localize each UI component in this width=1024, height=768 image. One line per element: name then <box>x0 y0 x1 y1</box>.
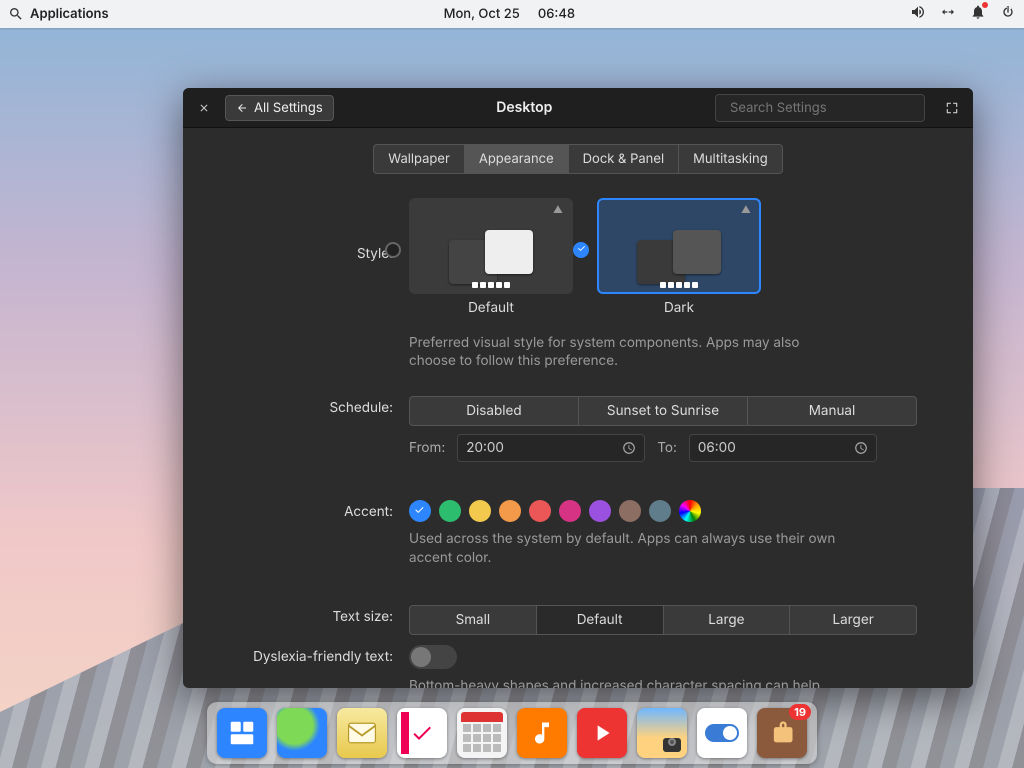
dock-videos[interactable] <box>577 708 627 758</box>
close-icon <box>198 102 210 114</box>
schedule-label: Schedule: <box>239 396 409 416</box>
accent-swatches <box>409 500 917 522</box>
textsize-larger[interactable]: Larger <box>790 605 917 635</box>
style-default-label: Default <box>409 300 573 316</box>
radio-dark[interactable] <box>573 242 589 258</box>
window-title: Desktop <box>496 99 552 116</box>
back-label: All Settings <box>254 100 323 116</box>
dock-mail[interactable] <box>337 708 387 758</box>
dyslexia-toggle[interactable] <box>409 645 457 669</box>
accent-swatch[interactable] <box>439 500 461 522</box>
maximize-button[interactable] <box>939 95 965 121</box>
panel-date: Mon, Oct 25 <box>444 6 520 22</box>
content: Wallpaper Appearance Dock & Panel Multit… <box>183 128 973 688</box>
dock-tasks[interactable] <box>397 708 447 758</box>
dock-settings[interactable] <box>697 708 747 758</box>
applications-label: Applications <box>30 6 109 22</box>
clock-icon <box>622 441 636 455</box>
accent-swatch[interactable] <box>589 500 611 522</box>
close-button[interactable] <box>191 95 217 121</box>
accent-swatch[interactable] <box>409 500 431 522</box>
dock-calendar[interactable] <box>457 708 507 758</box>
search-input[interactable] <box>730 100 932 116</box>
dock-music[interactable] <box>517 708 567 758</box>
titlebar: All Settings Desktop <box>183 88 973 128</box>
accent-swatch[interactable] <box>499 500 521 522</box>
maximize-icon <box>945 101 959 115</box>
accent-swatch[interactable] <box>619 500 641 522</box>
to-time[interactable]: 06:00 <box>689 434 877 462</box>
dyslexia-desc: Bottom-heavy shapes and increased charac… <box>409 677 849 688</box>
panel-time: 06:48 <box>538 6 575 22</box>
to-value: 06:00 <box>698 440 736 456</box>
schedule-sunset[interactable]: Sunset to Sunrise <box>579 396 748 426</box>
textsize-label: Text size: <box>239 605 409 625</box>
accent-swatch[interactable] <box>469 500 491 522</box>
all-settings-button[interactable]: All Settings <box>225 95 334 121</box>
style-label: Style: <box>239 198 409 262</box>
tab-strip: Wallpaper Appearance Dock & Panel Multit… <box>239 144 917 174</box>
accent-swatch-custom[interactable] <box>679 500 701 522</box>
chevron-up-icon: ▲ <box>553 204 563 216</box>
style-dark-label: Dark <box>597 300 761 316</box>
textsize-small[interactable]: Small <box>409 605 537 635</box>
textsize-large[interactable]: Large <box>664 605 791 635</box>
notifications-icon[interactable] <box>970 4 986 24</box>
radio-default[interactable] <box>385 242 401 258</box>
schedule-seg: Disabled Sunset to Sunrise Manual <box>409 396 917 426</box>
power-icon[interactable] <box>1000 4 1016 24</box>
search-field[interactable] <box>715 94 925 122</box>
dyslexia-label: Dyslexia-friendly text: <box>239 645 409 665</box>
search-icon <box>8 6 24 22</box>
textsize-default[interactable]: Default <box>537 605 664 635</box>
to-label: To: <box>657 440 677 456</box>
schedule-disabled[interactable]: Disabled <box>409 396 579 426</box>
tab-appearance[interactable]: Appearance <box>465 144 569 174</box>
applications-menu[interactable]: Applications <box>8 6 109 22</box>
tab-wallpaper[interactable]: Wallpaper <box>373 144 465 174</box>
accent-swatch[interactable] <box>649 500 671 522</box>
tab-dock-panel[interactable]: Dock & Panel <box>569 144 679 174</box>
from-label: From: <box>409 440 445 456</box>
dock-web-browser[interactable] <box>277 708 327 758</box>
style-desc: Preferred visual style for system compon… <box>409 334 849 370</box>
accent-desc: Used across the system by default. Apps … <box>409 530 849 566</box>
from-value: 20:00 <box>466 440 504 456</box>
dock-appcenter[interactable] <box>757 708 807 758</box>
tab-multitasking[interactable]: Multitasking <box>679 144 783 174</box>
top-panel: Applications Mon, Oct 25 06:48 <box>0 0 1024 28</box>
schedule-manual[interactable]: Manual <box>748 396 917 426</box>
volume-icon[interactable] <box>910 4 926 24</box>
dock-multitasking[interactable] <box>217 708 267 758</box>
accent-swatch[interactable] <box>529 500 551 522</box>
accent-label: Accent: <box>239 500 409 520</box>
from-time[interactable]: 20:00 <box>457 434 645 462</box>
back-arrow-icon <box>236 102 248 114</box>
style-dark[interactable]: ▲ Dark <box>597 198 761 316</box>
panel-clock[interactable]: Mon, Oct 25 06:48 <box>444 6 575 22</box>
dock-photos[interactable] <box>637 708 687 758</box>
textsize-seg: Small Default Large Larger <box>409 605 917 635</box>
network-icon[interactable] <box>940 4 956 24</box>
chevron-up-icon: ▲ <box>741 204 751 216</box>
dock <box>207 702 817 764</box>
settings-window: All Settings Desktop Wallpaper Appearanc… <box>183 88 973 688</box>
style-default[interactable]: ▲ Default <box>409 198 573 316</box>
clock-icon <box>854 441 868 455</box>
accent-swatch[interactable] <box>559 500 581 522</box>
